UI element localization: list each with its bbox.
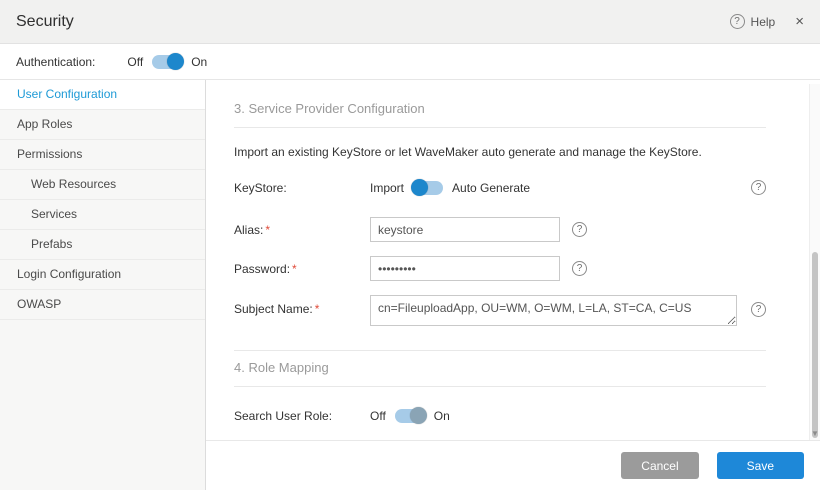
- main-panel: 3. Service Provider Configuration Import…: [206, 80, 820, 440]
- vertical-scrollbar[interactable]: ▼: [809, 84, 820, 440]
- close-icon[interactable]: ×: [795, 14, 804, 29]
- alias-row: Alias:* ?: [234, 217, 766, 242]
- search-off-label: Off: [370, 409, 386, 423]
- authentication-bar: Authentication: Off On: [0, 44, 820, 80]
- subject-name-row: Subject Name:* cn=FileuploadApp, OU=WM, …: [234, 295, 766, 326]
- alias-help-icon[interactable]: ?: [572, 222, 587, 237]
- keystore-description: Import an existing KeyStore or let WaveM…: [234, 145, 766, 159]
- subject-name-label: Subject Name:*: [234, 302, 370, 316]
- sidebar-item-login-configuration[interactable]: Login Configuration: [0, 260, 205, 290]
- help-icon-glyph: ?: [577, 224, 583, 235]
- footer-actions: Cancel Save: [206, 440, 820, 490]
- toggle-knob: [411, 179, 428, 196]
- save-button[interactable]: Save: [717, 452, 804, 479]
- keystore-help-icon[interactable]: ?: [751, 180, 766, 195]
- keystore-toggle[interactable]: [413, 181, 443, 195]
- cancel-button[interactable]: Cancel: [621, 452, 698, 479]
- password-label: Password:*: [234, 262, 370, 276]
- header-actions: ? Help ×: [730, 14, 804, 29]
- sidebar-item-services[interactable]: Services: [0, 200, 205, 230]
- help-link[interactable]: Help: [751, 15, 776, 29]
- required-marker: *: [292, 262, 297, 276]
- sidebar-item-web-resources[interactable]: Web Resources: [0, 170, 205, 200]
- scrollbar-down-arrow[interactable]: ▼: [811, 430, 819, 438]
- help-icon-glyph: ?: [577, 263, 583, 274]
- scrollbar-thumb[interactable]: [812, 252, 818, 438]
- sidebar: User Configuration App Roles Permissions…: [0, 80, 206, 490]
- keystore-row: KeyStore: Import Auto Generate ?: [234, 180, 766, 195]
- search-user-role-row: Search User Role: Off On: [234, 409, 766, 423]
- toggle-knob: [410, 407, 427, 424]
- alias-label: Alias:*: [234, 223, 370, 237]
- section-title-service-provider: 3. Service Provider Configuration: [234, 92, 766, 128]
- search-user-role-label: Search User Role:: [234, 409, 370, 423]
- sidebar-item-prefabs[interactable]: Prefabs: [0, 230, 205, 260]
- required-marker: *: [315, 302, 320, 316]
- password-input[interactable]: [370, 256, 560, 281]
- section-title-role-mapping: 4. Role Mapping: [234, 351, 766, 387]
- subject-name-input[interactable]: cn=FileuploadApp, OU=WM, O=WM, L=LA, ST=…: [370, 295, 737, 326]
- main-content: 3. Service Provider Configuration Import…: [206, 80, 820, 423]
- keystore-import-label: Import: [370, 181, 404, 195]
- help-icon-glyph: ?: [734, 16, 740, 27]
- password-row: Password:* ?: [234, 256, 766, 281]
- subject-name-help-icon[interactable]: ?: [751, 302, 766, 317]
- auth-off-label: Off: [127, 55, 143, 69]
- authentication-toggle[interactable]: [152, 55, 182, 69]
- search-user-role-toggle[interactable]: [395, 409, 425, 423]
- alias-input[interactable]: [370, 217, 560, 242]
- help-icon-glyph: ?: [756, 182, 762, 193]
- keystore-label: KeyStore:: [234, 181, 370, 195]
- auth-on-label: On: [191, 55, 207, 69]
- keystore-autogenerate-label: Auto Generate: [452, 181, 530, 195]
- sidebar-item-owasp[interactable]: OWASP: [0, 290, 205, 320]
- help-icon[interactable]: ?: [730, 14, 745, 29]
- toggle-knob: [167, 53, 184, 70]
- window-header: Security ? Help ×: [0, 0, 820, 44]
- help-icon-glyph: ?: [756, 304, 762, 315]
- password-help-icon[interactable]: ?: [572, 261, 587, 276]
- authentication-label: Authentication:: [16, 55, 95, 69]
- sidebar-item-permissions[interactable]: Permissions: [0, 140, 205, 170]
- search-on-label: On: [434, 409, 450, 423]
- page-title: Security: [16, 13, 74, 31]
- required-marker: *: [265, 223, 270, 237]
- sidebar-item-user-configuration[interactable]: User Configuration: [0, 80, 205, 110]
- sidebar-item-app-roles[interactable]: App Roles: [0, 110, 205, 140]
